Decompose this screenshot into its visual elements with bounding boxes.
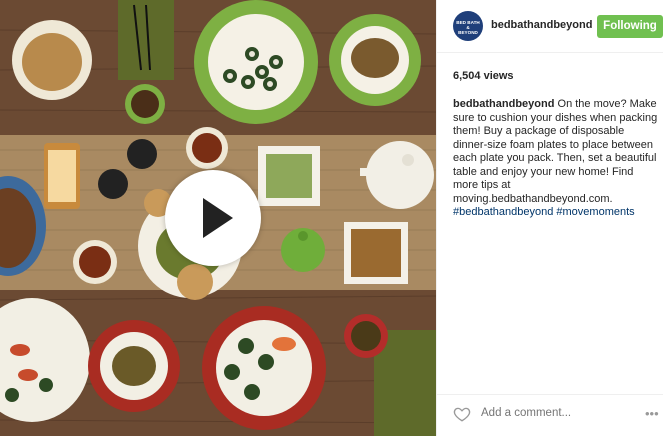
hashtag-link[interactable]: #bedbathandbeyond [453,206,553,218]
comment-input[interactable] [479,406,613,420]
following-button[interactable]: Following [597,15,663,38]
brand-logo: BED BATH & BEYOND [456,20,480,35]
heart-icon[interactable] [453,405,471,423]
post-header: BED BATH & BEYOND bedbathandbeyond Follo… [437,0,663,53]
hashtag-link[interactable]: #movemoments [556,206,634,218]
play-button[interactable] [165,170,261,266]
post-caption: bedbathandbeyond On the move? Make sure … [453,98,658,220]
more-options-icon[interactable]: ••• [645,406,659,421]
instagram-post: BED BATH & BEYOND bedbathandbeyond Follo… [0,0,663,436]
video-thumbnail[interactable] [0,0,436,436]
caption-username-link[interactable]: bedbathandbeyond [453,98,554,110]
username-link[interactable]: bedbathandbeyond [491,19,592,31]
play-icon [203,198,233,238]
view-count: 6,504 views [453,70,514,82]
comment-bar: ••• [437,394,663,437]
avatar[interactable]: BED BATH & BEYOND [453,11,483,41]
caption-text: On the move? Make sure to cushion your d… [453,98,658,205]
post-sidebar: BED BATH & BEYOND bedbathandbeyond Follo… [436,0,663,436]
